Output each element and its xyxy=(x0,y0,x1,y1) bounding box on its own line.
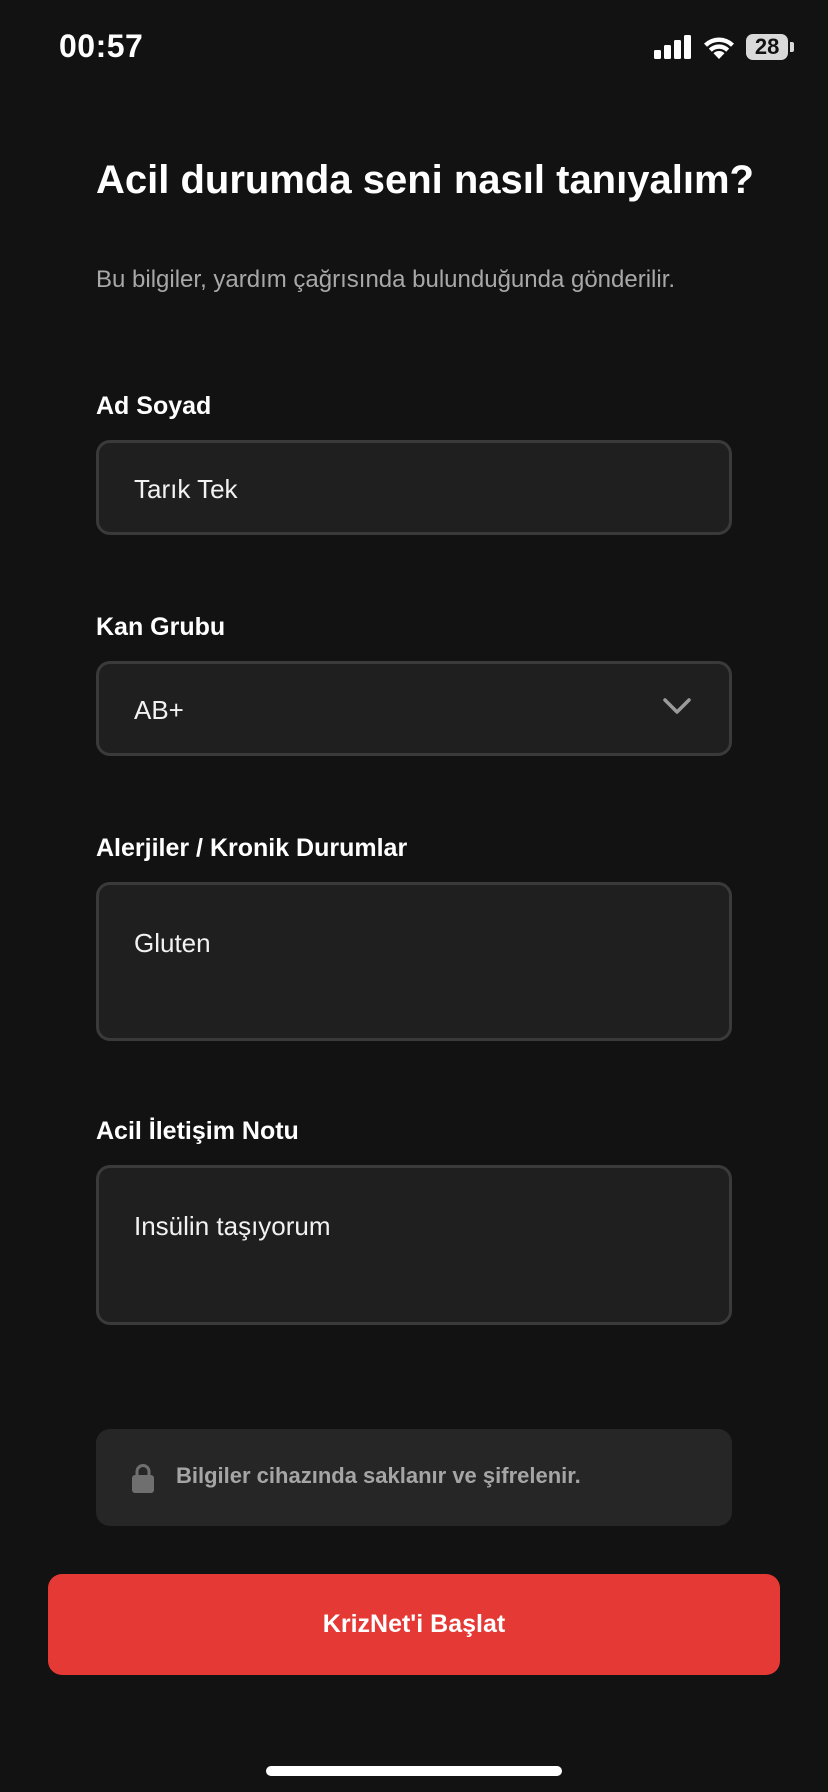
allergies-value: Gluten xyxy=(134,928,211,958)
lock-icon xyxy=(132,1464,154,1493)
name-value: Tarık Tek xyxy=(134,474,238,504)
wifi-icon xyxy=(704,37,734,59)
start-kriznet-button[interactable]: KrizNet'i Başlat xyxy=(48,1574,780,1675)
page-subtitle: Bu bilgiler, yardım çağrısında bulunduğu… xyxy=(96,266,676,293)
emergency-note-label: Acil İletişim Notu xyxy=(96,1117,299,1145)
emergency-note-field[interactable]: Insülin taşıyorum xyxy=(96,1165,732,1325)
battery-level: 28 xyxy=(746,34,789,60)
chevron-down-icon xyxy=(663,698,691,714)
battery-icon: 28 xyxy=(746,34,794,60)
privacy-info-box: Bilgiler cihazında saklanır ve şifreleni… xyxy=(96,1429,732,1526)
name-field[interactable]: Tarık Tek xyxy=(96,440,732,535)
page-title: Acil durumda seni nasıl tanıyalım? xyxy=(96,158,754,202)
allergies-label: Alerjiler / Kronik Durumlar xyxy=(96,834,408,862)
blood-type-select[interactable]: AB+ xyxy=(96,661,732,756)
home-indicator[interactable] xyxy=(266,1766,562,1776)
emergency-note-value: Insülin taşıyorum xyxy=(134,1211,331,1241)
status-time: 00:57 xyxy=(59,28,144,64)
privacy-info-text: Bilgiler cihazında saklanır ve şifreleni… xyxy=(176,1463,581,1488)
allergies-field[interactable]: Gluten xyxy=(96,882,732,1041)
blood-type-label: Kan Grubu xyxy=(96,613,226,641)
blood-type-value: AB+ xyxy=(134,695,184,725)
status-bar: 00:57 28 xyxy=(0,0,828,100)
name-label: Ad Soyad xyxy=(96,392,212,420)
status-icons: 28 xyxy=(654,34,794,60)
cellular-signal-icon xyxy=(654,35,691,59)
